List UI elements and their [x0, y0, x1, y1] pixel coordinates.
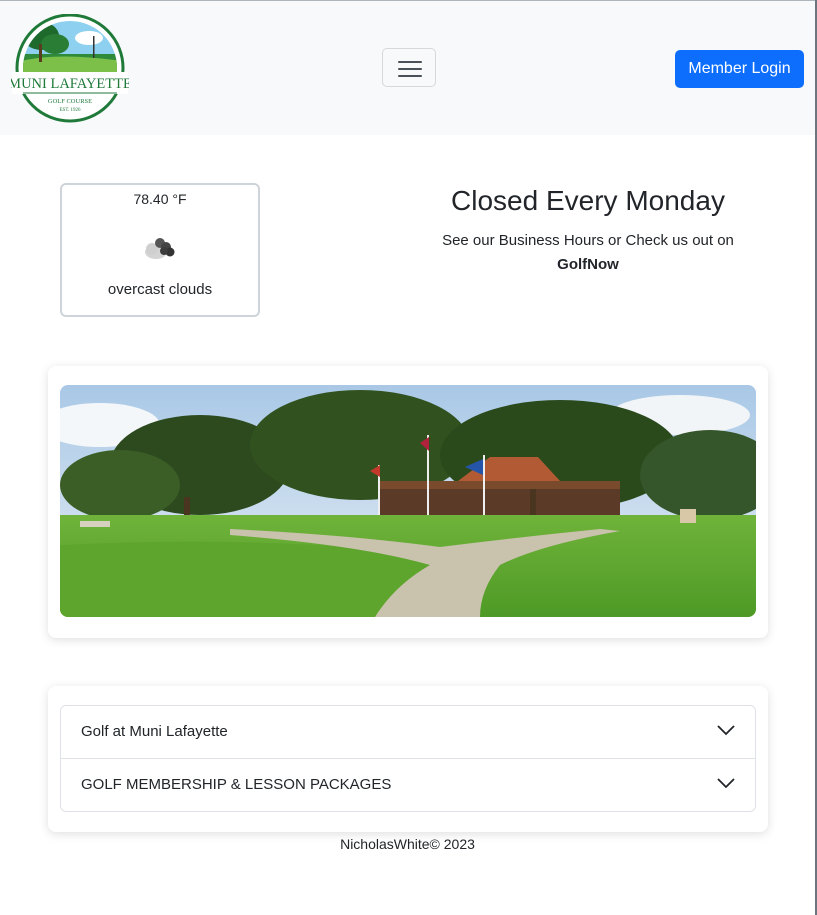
notice-message: See our Business Hours or Check us out o… [442, 232, 734, 249]
cloud-icon [145, 238, 175, 259]
accordion-item-label: Golf at Muni Lafayette [81, 723, 228, 740]
member-login-button[interactable]: Member Login [675, 50, 804, 88]
accordion-item-golf[interactable]: Golf at Muni Lafayette [61, 706, 755, 758]
logo-title-text: MUNI LAFAYETTE [11, 76, 129, 92]
logo-established-text: EST. 1926 [59, 108, 81, 113]
navbar: MUNI LAFAYETTE GOLF COURSE EST. 1926 Mem… [0, 1, 815, 135]
accordion-item-membership[interactable]: GOLF MEMBERSHIP & LESSON PACKAGES [61, 758, 755, 811]
closed-notice-title: Closed Every Monday [451, 185, 725, 216]
chevron-down-icon [717, 778, 735, 789]
info-accordion: Golf at Muni Lafayette GOLF MEMBERSHIP &… [60, 705, 756, 812]
logo-emblem: MUNI LAFAYETTE GOLF COURSE EST. 1926 [8, 13, 132, 123]
accordion-item-label: GOLF MEMBERSHIP & LESSON PACKAGES [81, 776, 392, 793]
course-logo[interactable]: MUNI LAFAYETTE GOLF COURSE EST. 1926 [8, 13, 132, 124]
info-accordion-card: Golf at Muni Lafayette GOLF MEMBERSHIP &… [48, 686, 768, 832]
clubhouse-photo [60, 385, 756, 617]
weather-widget: 78.40 °F overcast clouds [60, 183, 260, 317]
menu-toggle-button[interactable] [382, 48, 436, 87]
clubhouse-photo-card [48, 366, 768, 638]
weather-temperature: 78.40 °F [133, 191, 187, 207]
course-scene-image [60, 385, 756, 617]
footer-copyright: NicholasWhite© 2023 [340, 836, 475, 852]
weather-description: overcast clouds [107, 281, 213, 298]
chevron-down-icon [717, 725, 735, 736]
golfnow-link[interactable]: GolfNow [557, 256, 619, 273]
logo-subtitle-text: GOLF COURSE [48, 98, 92, 105]
notice-text: See our Business Hours or Check us out o… [418, 229, 758, 277]
